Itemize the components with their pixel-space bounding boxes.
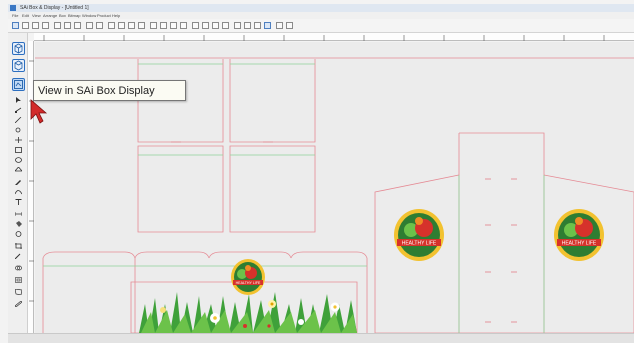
- menu-window[interactable]: Window: [82, 12, 96, 19]
- menu-file[interactable]: File: [12, 12, 18, 19]
- pan-tool-icon[interactable]: [15, 137, 22, 143]
- distort-tool-icon[interactable]: [15, 289, 22, 295]
- app-window: SAi Box & Display - [Untitled 1] File Ed…: [0, 0, 634, 343]
- main-toolbar: [8, 19, 634, 33]
- menu-edit[interactable]: Edit: [22, 12, 29, 19]
- zoom-tool-icon[interactable]: [15, 127, 22, 133]
- bottom-tray-outline: [42, 251, 136, 333]
- menu-bitmap[interactable]: Bitmap: [68, 12, 80, 19]
- box-glyph: [14, 60, 23, 71]
- menu-box[interactable]: Box: [59, 12, 66, 19]
- ellipse-tool-icon[interactable]: [15, 157, 22, 163]
- panel-mid-left-2: [229, 145, 316, 233]
- menu-help[interactable]: Help: [112, 12, 120, 19]
- display-center-column: [459, 132, 545, 333]
- text-tool-icon[interactable]: [15, 199, 22, 205]
- app-icon: [10, 5, 16, 11]
- pen-tool-icon[interactable]: [15, 179, 22, 185]
- rotate-icon[interactable]: [150, 22, 157, 29]
- weld-tool-icon[interactable]: [15, 265, 22, 271]
- horizontal-ruler: [34, 33, 634, 41]
- view-box-icon[interactable]: [12, 59, 25, 72]
- line-icon[interactable]: [192, 22, 199, 29]
- cube-glyph: [14, 43, 23, 54]
- arrow-cursor-icon: [30, 99, 48, 124]
- paste-icon[interactable]: [74, 22, 81, 29]
- window-title: SAi Box & Display - [Untitled 1]: [20, 5, 89, 11]
- left-toolbar: [8, 33, 28, 333]
- view-3d-toolbar-icon[interactable]: [264, 22, 271, 29]
- zoom-in-icon[interactable]: [234, 22, 241, 29]
- display-glyph: [14, 80, 23, 89]
- eyedropper-tool-icon[interactable]: [15, 253, 22, 259]
- zoom-out-icon[interactable]: [244, 22, 251, 29]
- healthy-life-logo-right: HEALTHY LIFE: [554, 209, 604, 261]
- more-icon[interactable]: [286, 22, 293, 29]
- fill-tool-icon[interactable]: [15, 221, 22, 227]
- view-3d-icon[interactable]: [12, 42, 25, 55]
- panel-top-left-2: [229, 59, 316, 143]
- outline-tool-icon[interactable]: [15, 231, 22, 237]
- ungroup-icon[interactable]: [138, 22, 145, 29]
- grass-artwork: [139, 292, 357, 333]
- knife-tool-icon[interactable]: [15, 117, 22, 123]
- grid-icon[interactable]: [222, 22, 229, 29]
- contour-tool-icon[interactable]: [15, 277, 22, 283]
- copy-icon[interactable]: [64, 22, 71, 29]
- open-file-icon[interactable]: [22, 22, 29, 29]
- tooltip-view-in-box-display: View in SAi Box Display: [33, 80, 186, 101]
- layers-icon[interactable]: [212, 22, 219, 29]
- rectangle-tool-icon[interactable]: [15, 147, 22, 153]
- dimension-tool-icon[interactable]: [15, 211, 22, 217]
- print-icon[interactable]: [42, 22, 49, 29]
- gear-icon[interactable]: [254, 22, 261, 29]
- cut-icon[interactable]: [54, 22, 61, 29]
- new-file-icon[interactable]: [12, 22, 19, 29]
- menu-bar: File Edit View Arrange Box Bitmap Window…: [8, 12, 634, 19]
- help-icon[interactable]: [276, 22, 283, 29]
- view-in-box-display-icon[interactable]: [12, 78, 25, 91]
- logo-label-center: HEALTHY LIFE: [236, 281, 261, 285]
- menu-product[interactable]: Product: [97, 12, 111, 19]
- status-bar: [8, 333, 634, 343]
- ruler-ticks-top: [43, 35, 605, 41]
- bottom-tray-right: [208, 251, 292, 259]
- distribute-icon[interactable]: [118, 22, 125, 29]
- select-tool-icon[interactable]: [15, 97, 22, 103]
- logo-label-right: HEALTHY LIFE: [562, 241, 597, 247]
- panel-mid-left-1: [137, 145, 224, 233]
- menu-view[interactable]: View: [32, 12, 41, 19]
- healthy-life-logo-center: HEALTHY LIFE: [231, 259, 265, 295]
- redo-icon[interactable]: [96, 22, 103, 29]
- crop-tool-icon[interactable]: [15, 243, 22, 249]
- tooltip-text: View in SAi Box Display: [38, 85, 155, 97]
- node-tool-icon[interactable]: [15, 107, 22, 113]
- healthy-life-logo-left: HEALTHY LIFE: [394, 209, 444, 261]
- undo-icon[interactable]: [86, 22, 93, 29]
- ruler-tool-icon[interactable]: [15, 301, 22, 307]
- bezier-tool-icon[interactable]: [15, 189, 22, 195]
- arc-icon[interactable]: [170, 22, 177, 29]
- logo-label-left: HEALTHY LIFE: [402, 241, 437, 247]
- align-icon[interactable]: [108, 22, 115, 29]
- polygon-tool-icon[interactable]: [15, 167, 22, 173]
- box-icon[interactable]: [202, 22, 209, 29]
- mirror-icon[interactable]: [160, 22, 167, 29]
- group-icon[interactable]: [128, 22, 135, 29]
- wave-icon[interactable]: [180, 22, 187, 29]
- save-icon[interactable]: [32, 22, 39, 29]
- menu-arrange[interactable]: Arrange: [43, 12, 57, 19]
- bottom-tray-middle: [134, 251, 210, 259]
- title-bar: SAi Box & Display - [Untitled 1]: [8, 4, 634, 12]
